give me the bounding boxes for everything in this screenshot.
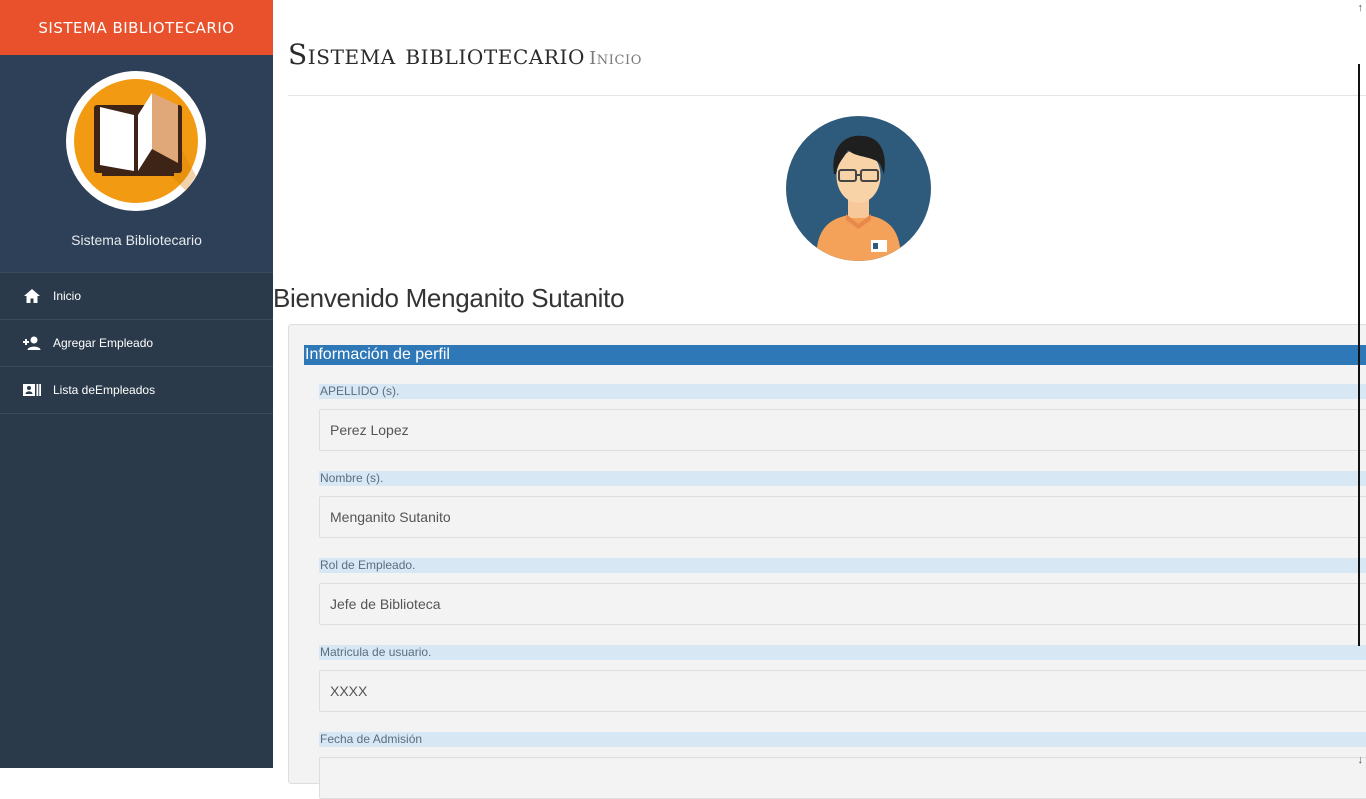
matricula-field[interactable]: XXXX xyxy=(319,670,1366,712)
vertical-scrollbar[interactable]: ↑ ↓ xyxy=(1352,0,1366,768)
profile-panel: Información de perfil APELLIDO (s). Pere… xyxy=(288,324,1366,799)
sidebar-item-label: Agregar Empleado xyxy=(53,336,154,350)
sidebar-title: Sistema Bibliotecario xyxy=(71,232,202,248)
sidebar-item-agregar-empleado[interactable]: Agregar Empleado xyxy=(0,320,273,367)
welcome-heading: Bienvenido Menganito Sutanito xyxy=(273,283,625,313)
page-header: Sistema bibliotecario Inicio xyxy=(288,38,1366,96)
profile-panel-heading: Información de perfil xyxy=(304,345,1366,365)
brand-title[interactable]: SISTEMA BIBLIOTECARIO xyxy=(0,0,273,55)
field-label-rol: Rol de Empleado. xyxy=(319,558,1366,573)
page-subtitle: Inicio xyxy=(589,48,643,69)
field-label-nombre: Nombre (s). xyxy=(319,471,1366,486)
rol-field[interactable]: Jefe de Biblioteca xyxy=(319,583,1366,625)
field-label-matricula: Matricula de usuario. xyxy=(319,645,1366,660)
sidebar-profile: Sistema Bibliotecario xyxy=(0,55,273,273)
nombre-field[interactable]: Menganito Sutanito xyxy=(319,496,1366,538)
field-label-fecha-admision: Fecha de Admisión xyxy=(319,732,1366,747)
field-label-apellido: APELLIDO (s). xyxy=(319,384,1366,399)
sidebar-item-label: Lista deEmpleados xyxy=(53,383,156,397)
sidebar: SISTEMA BIBLIOTECARIO Sistema Biblioteca… xyxy=(0,0,273,768)
apellido-field[interactable]: Perez Lopez xyxy=(319,409,1366,451)
page-title: Sistema bibliotecario xyxy=(288,38,586,71)
scroll-down-icon[interactable]: ↓ xyxy=(1358,754,1364,766)
sidebar-item-label: Inicio xyxy=(53,289,82,303)
home-icon xyxy=(23,287,41,305)
sidebar-item-lista-empleados[interactable]: Lista deEmpleados xyxy=(0,367,273,414)
scrollbar-thumb[interactable] xyxy=(1358,64,1360,646)
main-content: Sistema bibliotecario Inicio Bienvenido M… xyxy=(273,0,1366,799)
add-user-icon xyxy=(23,334,41,352)
scroll-up-icon[interactable]: ↑ xyxy=(1358,2,1364,14)
id-card-icon xyxy=(23,381,41,399)
fecha-admision-field[interactable] xyxy=(319,757,1366,799)
open-book-icon xyxy=(66,71,206,211)
sidebar-item-inicio[interactable]: Inicio xyxy=(0,273,273,320)
user-avatar xyxy=(786,116,931,261)
